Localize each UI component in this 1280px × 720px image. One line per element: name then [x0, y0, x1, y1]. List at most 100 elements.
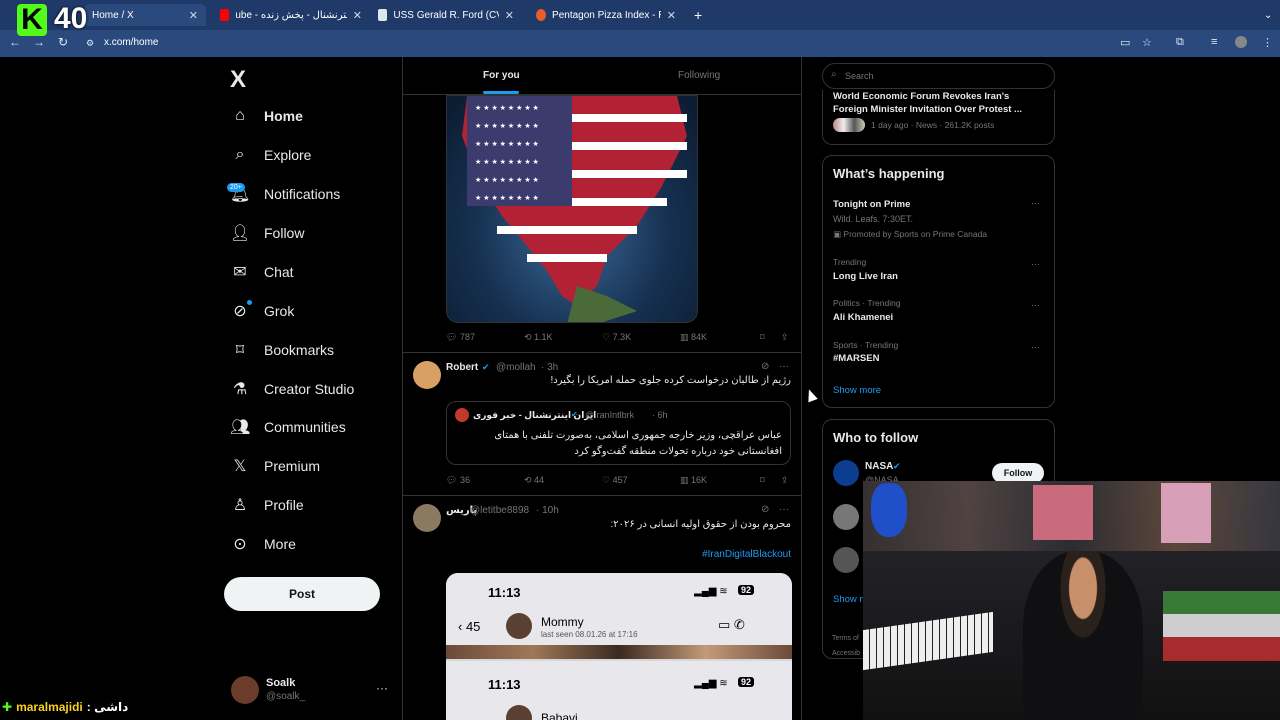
bookmark-icon[interactable]: ⌑ [760, 332, 765, 343]
wiki-icon [378, 9, 388, 21]
tweet-author-handle[interactable]: @mollah [496, 362, 536, 373]
avatar[interactable] [833, 460, 859, 486]
x-logo[interactable]: X [230, 66, 246, 94]
search-input[interactable]: ⌕ Search [822, 63, 1055, 89]
tab-list-button[interactable]: ⌄ [1256, 4, 1280, 26]
grok-icon[interactable]: ⊘ [761, 504, 769, 515]
menu-dots-icon[interactable]: ⋮ [1262, 36, 1273, 49]
nav-explore[interactable]: ⌕ Explore [230, 140, 312, 170]
follow-button[interactable]: Follow [992, 463, 1044, 483]
nav-chat[interactable]: ✉ Chat [230, 257, 293, 287]
avatar[interactable] [413, 361, 441, 389]
tweet-text: رژیم از طالبان درخواست کرده جلوی حمله ام… [550, 375, 791, 386]
reply-count: 36 [459, 475, 470, 485]
footer-link[interactable]: Terms of [832, 631, 860, 646]
tweet-time[interactable]: · 10h [536, 505, 559, 516]
tab-uss-ford[interactable]: USS Gerald R. Ford (CVN-78) ✕ [370, 4, 522, 26]
tab-iran-international[interactable]: ube - ایران اینترنشنال - پخش زنده ✕ [212, 4, 370, 26]
profile-avatar-icon[interactable] [1235, 36, 1247, 48]
avatar[interactable] [413, 504, 441, 532]
flask-icon: ⚗ [232, 381, 248, 398]
wall-poster [1161, 483, 1211, 543]
more-dots-icon[interactable]: ··· [1031, 259, 1040, 269]
trend-category: Trending [833, 257, 867, 267]
kick-logo: K [17, 4, 47, 36]
nav-profile[interactable]: ♙ Profile [230, 490, 304, 520]
cast-icon[interactable]: ▭ [1120, 36, 1130, 49]
nav-label: Creator Studio [264, 381, 355, 397]
close-icon[interactable]: ✕ [353, 9, 362, 22]
more-dots-icon[interactable]: ··· [1031, 300, 1040, 310]
nav-more[interactable]: ⊙ More [230, 529, 296, 559]
like-button[interactable]: ♡ 7.3K [602, 332, 631, 343]
more-dots-icon[interactable]: ··· [779, 504, 789, 515]
bookmark-icon[interactable]: ⌑ [760, 475, 765, 486]
post-button[interactable]: Post [224, 577, 380, 611]
avatar[interactable] [231, 676, 259, 704]
nav-home[interactable]: ⌂ Home [230, 101, 303, 131]
home-icon: ⌂ [235, 107, 245, 124]
news-title[interactable]: World Economic Forum Revokes Iran's Fore… [833, 90, 1043, 116]
verified-badge-icon: ✔ [893, 461, 901, 471]
timeline: For you Following ★ ★ ★ ★ ★ ★ ★ ★ ★ ★ ★ ★… [402, 57, 802, 720]
close-icon[interactable]: ✕ [505, 9, 514, 22]
media-icon[interactable]: ≡ [1211, 36, 1217, 48]
url-field[interactable]: x.com/home [104, 37, 158, 48]
phone-time: 11:13 [488, 677, 521, 692]
tweet-image-flag-map[interactable]: ★ ★ ★ ★ ★ ★ ★ ★ ★ ★ ★ ★ ★ ★ ★ ★ ★ ★ ★ ★ ★… [446, 95, 698, 323]
star-icon[interactable]: ☆ [1142, 36, 1152, 49]
nav-label: Premium [264, 458, 321, 474]
nav-communities[interactable]: 👥︎ Communities [230, 412, 346, 442]
tweet-author-name[interactable]: Robert [446, 362, 478, 373]
grok-dot [247, 300, 252, 305]
more-dots-icon[interactable]: ··· [1031, 198, 1040, 208]
avatar[interactable] [833, 504, 859, 530]
like-button[interactable]: ♡ 457 [602, 475, 628, 486]
more-dots-icon[interactable]: ··· [779, 361, 789, 372]
footer-link[interactable]: Accessib [832, 646, 860, 661]
piano-keyboard [863, 611, 993, 671]
tab-pizza-index[interactable]: Pentagon Pizza Index - Real- ✕ [528, 4, 684, 26]
close-icon[interactable]: ✕ [189, 9, 198, 22]
reply-button[interactable]: 💬︎ 36 [446, 475, 470, 486]
account-name[interactable]: Soalk [266, 677, 295, 689]
reply-button[interactable]: 💬︎ 787 [446, 332, 475, 343]
nav-premium[interactable]: 𝕏 Premium [230, 451, 320, 481]
more-dots-icon[interactable]: ··· [376, 681, 388, 695]
close-icon[interactable]: ✕ [667, 9, 676, 22]
view-count: 84K [691, 332, 708, 342]
nav-bookmarks[interactable]: ⌑ Bookmarks [230, 335, 334, 365]
show-more-link[interactable]: Show more [833, 385, 881, 396]
views-button[interactable]: ▥ 84K [680, 332, 707, 343]
repost-button[interactable]: ⟲ 44 [524, 475, 544, 486]
repost-button[interactable]: ⟲ 1.1K [524, 332, 553, 343]
tab-for-you[interactable]: For you [483, 70, 520, 81]
tweet-time[interactable]: · 3h [541, 362, 558, 373]
tab-x-home[interactable]: Home / X ✕ [84, 4, 206, 26]
plus-icon: + [694, 7, 703, 23]
new-tab-button[interactable]: + [686, 4, 710, 26]
tab-following[interactable]: Following [678, 70, 720, 81]
nav-follow[interactable]: 👤︎ Follow [230, 218, 304, 248]
hashtag-link[interactable]: #IranDigitalBlackout [446, 549, 791, 560]
more-dots-icon[interactable]: ··· [1031, 342, 1040, 352]
nav-notifications[interactable]: 🔔︎ Notifications [230, 179, 340, 209]
tweet-author-handle[interactable]: @letitbe8898 [470, 505, 529, 516]
news-card[interactable]: World Economic Forum Revokes Iran's Fore… [822, 90, 1055, 145]
grok-icon[interactable]: ⊘ [761, 361, 769, 372]
nav-creator-studio[interactable]: ⚗ Creator Studio [230, 374, 354, 404]
bookmark-icon: ⌑ [235, 342, 245, 359]
avatar[interactable] [833, 547, 859, 573]
phone-time: 11:13 [488, 585, 521, 600]
nav-grok[interactable]: ⊘ Grok [230, 296, 294, 326]
account-name[interactable]: NASA [865, 461, 893, 472]
tweet-image-phone-screenshot[interactable]: 11:13 ▂▄▆ ≋ 92 ‹ 45 Mommy last seen 08.0… [446, 573, 792, 720]
signal-icon: ▂▄▆ ≋ [694, 678, 728, 689]
search-icon: ⌕ [831, 69, 837, 80]
views-button[interactable]: ▥ 16K [680, 475, 707, 486]
share-icon[interactable]: ⇪ [781, 332, 789, 343]
extensions-icon[interactable]: ⧉ [1176, 36, 1184, 49]
share-icon[interactable]: ⇪ [781, 475, 789, 486]
quoted-tweet[interactable]: ایران اینترنشنال - خبر فوری ✔ @IranIntlb… [446, 401, 791, 465]
flag [1163, 591, 1280, 661]
